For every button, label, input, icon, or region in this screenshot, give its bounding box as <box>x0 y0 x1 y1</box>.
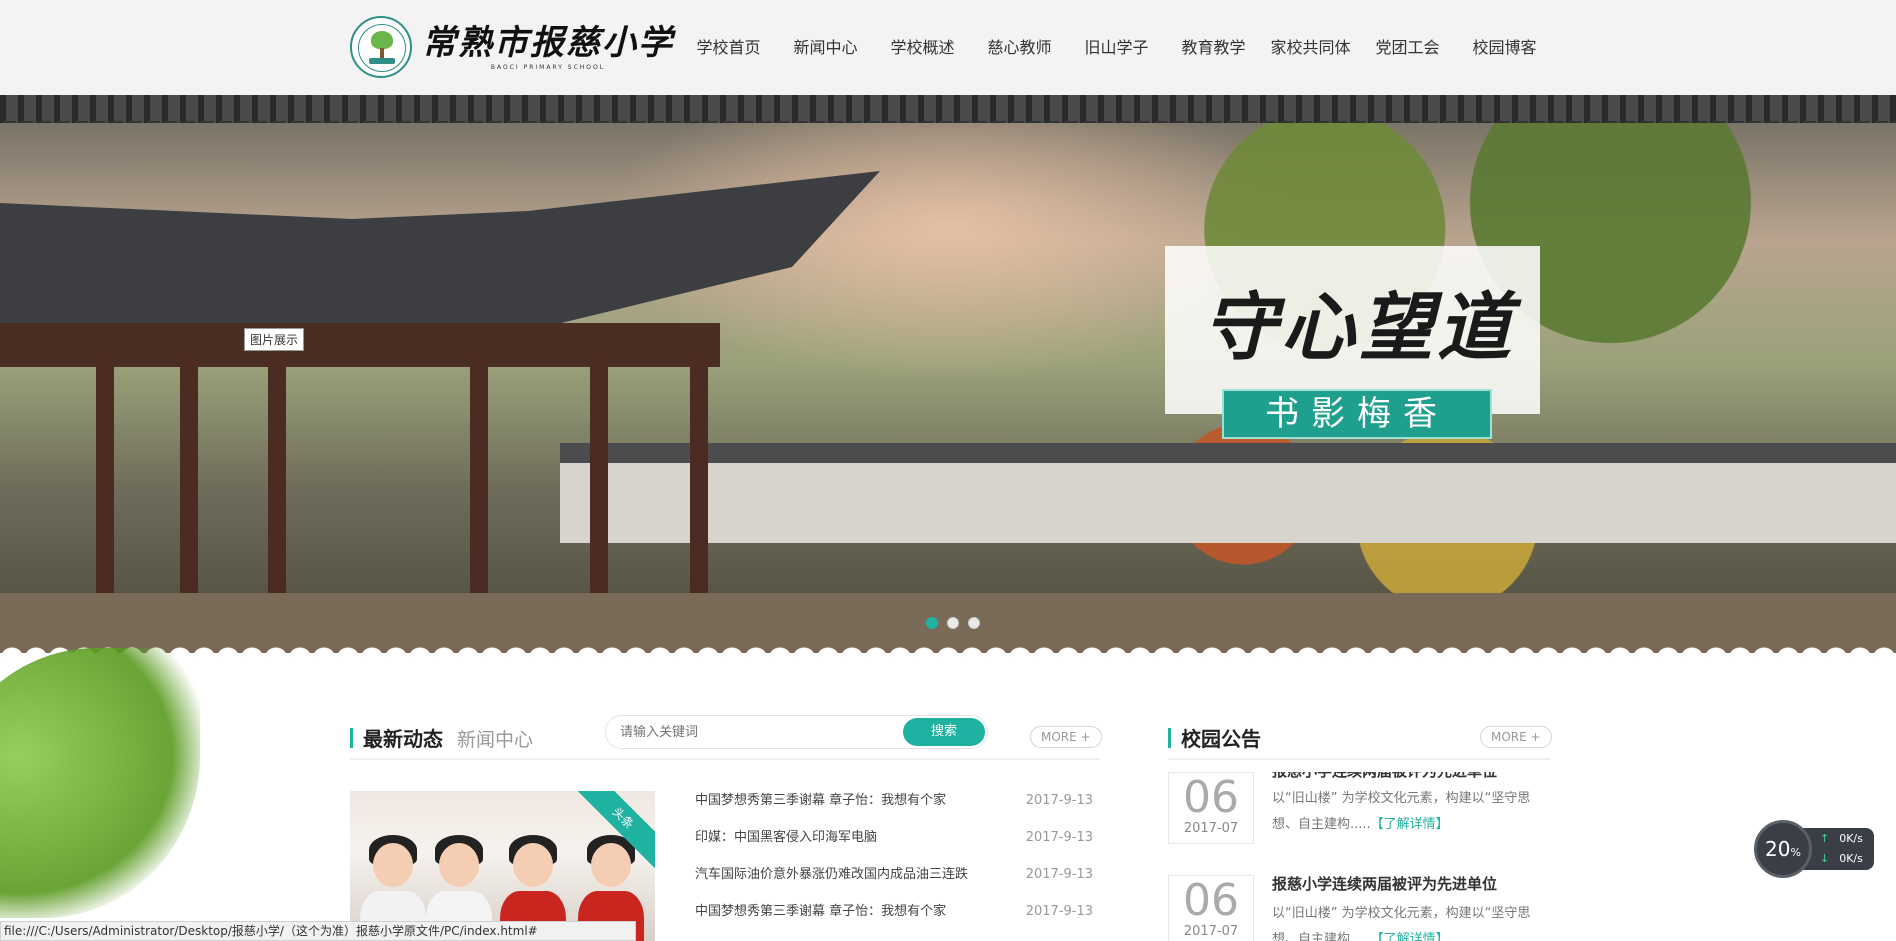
news-list: 中国梦想秀第三季谢幕 章子怡：我想有个家 2017-9-13 印媒：中国黑客侵入… <box>695 791 1093 939</box>
slider-dot-3[interactable] <box>968 617 980 629</box>
slider-dot-2[interactable] <box>947 617 959 629</box>
upload-speed: ↑ 0K/s <box>1820 832 1863 845</box>
search-input[interactable] <box>620 722 890 742</box>
news-subtitle[interactable]: 新闻中心 <box>457 725 533 752</box>
school-name: 常熟市报慈小学 <box>422 22 674 63</box>
leaf-decoration <box>0 648 200 918</box>
notices-list: 06 2017-07 报慈小学连续两届被评为先进单位 以“旧山楼” 为学校文化元… <box>1160 772 1550 941</box>
news-item-date: 2017-9-13 <box>1025 793 1093 808</box>
roof-tile-divider <box>0 95 1896 129</box>
nav-item-overview[interactable]: 学校概述 <box>874 34 971 58</box>
news-item-title[interactable]: 中国梦想秀第三季谢幕 章子怡：我想有个家 <box>695 902 995 939</box>
header: 常熟市报慈小学 BAOCI PRIMARY SCHOOL 学校首页 新闻中心 学… <box>0 0 1896 95</box>
image-tooltip: 图片展示 <box>244 328 305 351</box>
list-item[interactable]: 中国梦想秀第三季谢幕 章子怡：我想有个家 2017-9-13 <box>695 791 1093 828</box>
nav-item-party[interactable]: 党团工会 <box>1359 34 1456 58</box>
notices-more-button[interactable]: MORE + <box>1480 726 1552 748</box>
motto-title: 守心望道 <box>1203 285 1515 371</box>
download-arrow-icon: ↓ <box>1820 852 1830 865</box>
notice-body: 以“旧山楼” 为学校文化元素，构建以“坚守思想、自主建构.....【了解详情】 <box>1272 901 1538 941</box>
main-nav: 学校首页 新闻中心 学校概述 慈心教师 旧山学子 教育教学 家校共同体 党团工会… <box>680 34 1553 58</box>
news-divider <box>350 758 1100 760</box>
search-box: 搜索 <box>605 715 988 749</box>
nav-item-blog[interactable]: 校园博客 <box>1456 34 1553 58</box>
notices-divider <box>1168 758 1550 760</box>
list-item[interactable]: 印媒：中国黑客侵入印海军电脑 2017-9-13 <box>695 828 1093 865</box>
news-item-date: 2017-9-13 <box>1025 867 1093 882</box>
browser-status-bar: file:///C:/Users/Administrator/Desktop/报… <box>0 921 636 941</box>
school-seal-icon <box>350 16 412 78</box>
slider-dot-1[interactable] <box>926 617 938 629</box>
nav-item-home-school[interactable]: 家校共同体 <box>1262 34 1359 58</box>
news-item-date: 2017-9-13 <box>1025 904 1093 919</box>
notice-detail-link[interactable]: 【了解详情】 <box>1371 932 1449 941</box>
nav-item-teachers[interactable]: 慈心教师 <box>971 34 1068 58</box>
wave-divider <box>0 643 1896 659</box>
speed-percent: 20% <box>1754 820 1812 878</box>
list-item[interactable]: 汽车国际油价意外暴涨仍难改国内成品油三连跌 2017-9-13 <box>695 865 1093 902</box>
news-item-title[interactable]: 中国梦想秀第三季谢幕 章子怡：我想有个家 <box>695 791 995 828</box>
notice-date: 06 2017-07 <box>1168 875 1254 941</box>
headline-photo[interactable]: 头条 <box>350 791 655 941</box>
notices-title[interactable]: 校园公告 <box>1181 723 1261 752</box>
garden-wall <box>560 463 1896 543</box>
network-speed-widget[interactable]: 20% ↑ 0K/s ↓ 0K/s <box>1754 820 1874 878</box>
nav-item-news[interactable]: 新闻中心 <box>777 34 874 58</box>
notice-detail-link[interactable]: 【了解详情】 <box>1371 817 1449 832</box>
notice-date: 06 2017-07 <box>1168 772 1254 844</box>
school-logo[interactable]: 常熟市报慈小学 BAOCI PRIMARY SCHOOL <box>350 16 674 78</box>
hero-banner[interactable]: 图片展示 守心望道 书影梅香 <box>0 123 1896 653</box>
news-item-date: 2017-9-13 <box>1025 830 1093 845</box>
notice-title[interactable]: 报慈小学连续两届被评为先进单位 <box>1272 772 1497 781</box>
notice-title[interactable]: 报慈小学连续两届被评为先进单位 <box>1272 873 1497 894</box>
search-button[interactable]: 搜索 <box>903 718 985 746</box>
school-name-en: BAOCI PRIMARY SCHOOL <box>490 63 606 71</box>
motto-card: 守心望道 书影梅香 <box>1165 246 1540 439</box>
notice-item[interactable]: 06 2017-07 报慈小学连续两届被评为先进单位 以“旧山楼” 为学校文化元… <box>1168 875 1538 941</box>
news-heading: 最新动态 新闻中心 <box>350 723 533 752</box>
nav-item-education[interactable]: 教育教学 <box>1165 34 1262 58</box>
news-title[interactable]: 最新动态 <box>363 723 443 752</box>
download-speed: ↓ 0K/s <box>1820 852 1863 865</box>
notices-heading: 校园公告 <box>1168 723 1261 752</box>
notice-item[interactable]: 06 2017-07 报慈小学连续两届被评为先进单位 以“旧山楼” 为学校文化元… <box>1168 772 1538 882</box>
nav-item-home[interactable]: 学校首页 <box>680 34 777 58</box>
news-item-title[interactable]: 印媒：中国黑客侵入印海军电脑 <box>695 828 995 865</box>
news-more-button[interactable]: MORE + <box>1030 726 1102 748</box>
news-item-title[interactable]: 汽车国际油价意外暴涨仍难改国内成品油三连跌 <box>695 865 995 902</box>
notice-body: 以“旧山楼” 为学校文化元素，构建以“坚守思想、自主建构.....【了解详情】 <box>1272 791 1531 832</box>
nav-item-students[interactable]: 旧山学子 <box>1068 34 1165 58</box>
slider-dots <box>926 617 980 629</box>
list-item[interactable]: 中国梦想秀第三季谢幕 章子怡：我想有个家 2017-9-13 <box>695 902 1093 939</box>
motto-subtitle: 书影梅香 <box>1222 389 1492 439</box>
upload-arrow-icon: ↑ <box>1820 832 1830 845</box>
